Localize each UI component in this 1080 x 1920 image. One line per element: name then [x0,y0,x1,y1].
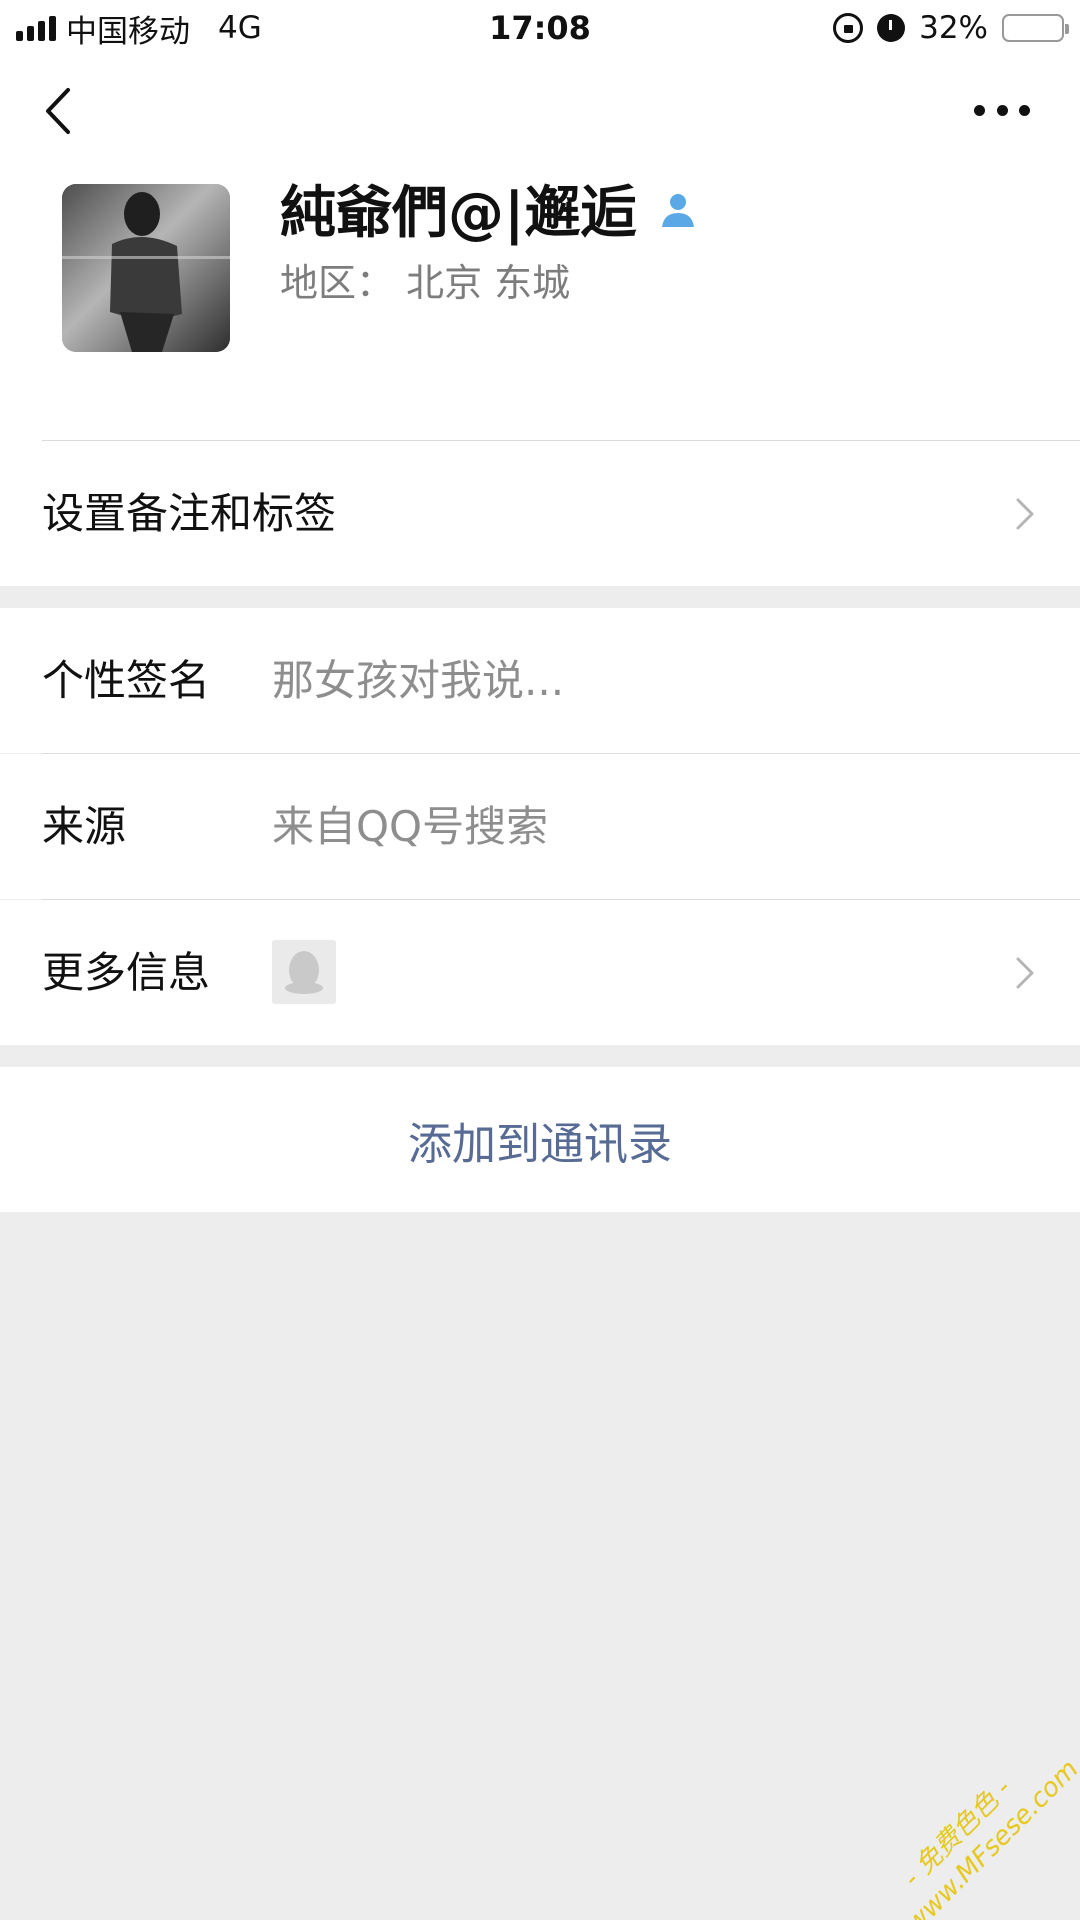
signature-row: 个性签名 那女孩对我说... [0,608,1080,753]
contact-person-icon [662,193,695,227]
signal-icon [16,15,56,41]
alarm-icon [877,14,906,42]
region-text: 地区： 北京 东城 [280,261,571,305]
more-dot [974,104,985,116]
source-value: 来自QQ号搜索 [272,802,549,851]
battery-icon [1002,14,1069,42]
nav-bar [0,56,1080,166]
contact-profile-page: 中国移动 4G 17:08 32% 純爺們@|邂逅 地区： 北京 东城 设置备注… [0,0,1080,1920]
watermark: - 免费色色 - www.MFsese.com [875,1752,1080,1920]
chevron-left-icon[interactable] [40,86,80,136]
avatar-photo [62,184,230,352]
nickname: 純爺們@|邂逅 [280,168,698,249]
qq-penguin-icon [272,940,336,1004]
more-dots-icon[interactable] [974,100,1030,120]
more-dot [996,104,1008,116]
chevron-right-icon [1016,957,1034,989]
chevron-right-icon [1016,498,1034,530]
profile-header: 純爺們@|邂逅 地区： 北京 东城 [0,166,1080,441]
network-type: 4G [218,10,262,46]
more-info-label: 更多信息 [42,948,211,997]
nickname-text: 純爺們@|邂逅 [280,181,637,246]
source-row: 来源 来自QQ号搜索 [0,754,1080,899]
battery-percent: 32% [919,10,988,46]
signature-value: 那女孩对我说... [272,656,565,705]
remark-label: 设置备注和标签 [42,489,337,538]
add-to-contacts-button[interactable]: 添加到通讯录 [0,1067,1080,1212]
more-info-row[interactable]: 更多信息 [0,900,1080,1045]
rotation-lock-icon [833,13,864,43]
signature-label: 个性签名 [42,656,211,705]
source-label: 来源 [42,802,127,851]
more-dot [1019,104,1030,116]
remark-and-tags-row[interactable]: 设置备注和标签 [0,441,1080,586]
status-right: 32% [833,10,1069,46]
carrier-label: 中国移动 [66,13,190,50]
status-bar: 中国移动 4G 17:08 32% [0,0,1080,56]
status-left: 中国移动 4G [16,6,262,51]
avatar[interactable] [62,184,230,352]
